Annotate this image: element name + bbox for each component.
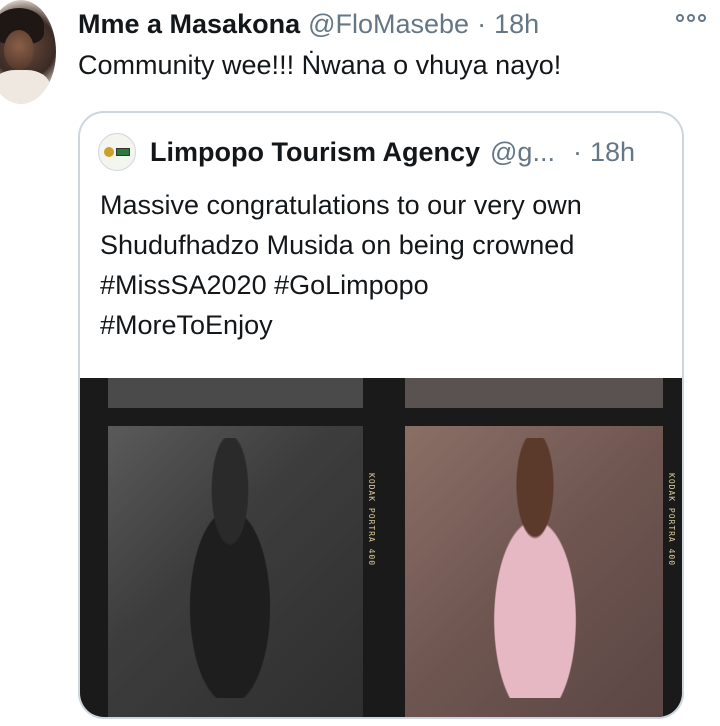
quoted-text-line: Shudufhadzo Musida on being crowned <box>100 230 575 260</box>
more-dot <box>687 14 695 22</box>
avatar-shirt <box>0 70 50 104</box>
timestamp[interactable]: 18h <box>494 9 539 40</box>
quoted-text: Massive congratulations to our very own … <box>100 185 670 345</box>
avatar-face <box>4 30 34 70</box>
tweet-text: Community wee!!! Ṅwana o vhuya nayo! <box>78 50 562 80</box>
quoted-text-line[interactable]: #MissSA2020 #GoLimpopo <box>100 265 670 305</box>
quoted-header: Limpopo Tourism Agency @g... · 18h <box>98 133 635 171</box>
portrait-figure-left <box>160 438 300 698</box>
portrait-figure-right <box>460 438 610 698</box>
separator: · <box>477 8 487 39</box>
author-handle[interactable]: @FloMasebe <box>308 9 469 40</box>
more-options-icon[interactable] <box>676 14 706 22</box>
quoted-tweet[interactable]: Limpopo Tourism Agency @g... · 18h Massi… <box>78 111 684 719</box>
separator: · <box>572 136 582 167</box>
more-dot <box>698 14 706 22</box>
quoted-text-line[interactable]: #MoreToEnjoy <box>100 305 670 345</box>
film-label-left: KODAK PORTRA 400 <box>367 473 376 567</box>
limpopo-logo <box>98 133 136 171</box>
author-name[interactable]: Mme a Masakona <box>78 9 300 40</box>
logo-flag-icon <box>116 148 130 156</box>
quoted-media-image[interactable]: KODAK PORTRA 400 KODAK PORTRA 400 <box>80 378 682 717</box>
more-dot <box>676 14 684 22</box>
avatar[interactable] <box>0 0 56 104</box>
film-frame-top-left <box>108 378 363 408</box>
quoted-timestamp[interactable]: 18h <box>590 137 635 168</box>
quoted-author-name[interactable]: Limpopo Tourism Agency <box>150 137 480 168</box>
tweet-header: Mme a Masakona @FloMasebe · 18h <box>78 6 720 42</box>
logo-emblem-icon <box>104 147 114 157</box>
quoted-author-handle[interactable]: @g... <box>490 137 555 168</box>
film-frame-top-right <box>405 378 663 408</box>
film-label-right: KODAK PORTRA 400 <box>667 473 676 567</box>
quoted-text-line: Massive congratulations to our very own <box>100 190 582 220</box>
